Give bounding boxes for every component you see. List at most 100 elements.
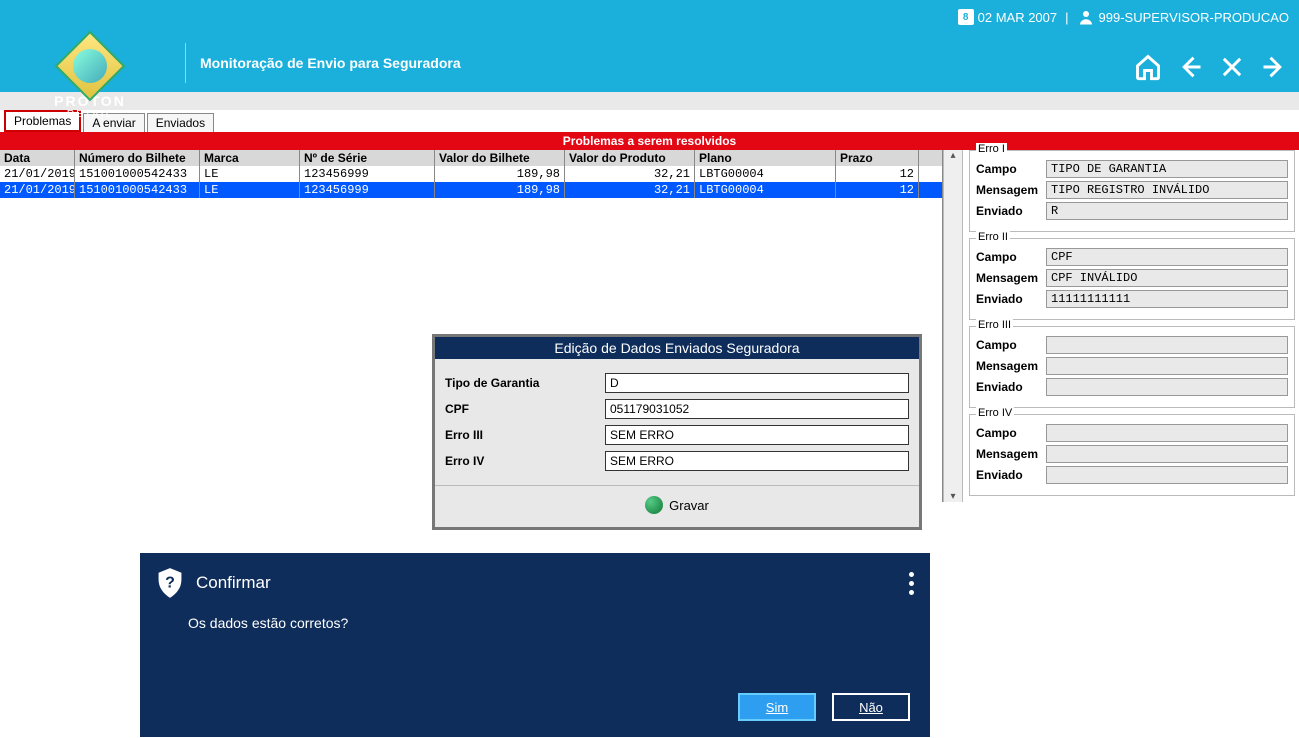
- error-side-panel: Erro ICampoTIPO DE GARANTIAMensagemTIPO …: [963, 150, 1299, 502]
- top-bar: 8 02 MAR 2007 | 999-SUPERVISOR-PRODUCAO …: [0, 0, 1299, 92]
- cell-data: 21/01/2019: [0, 166, 75, 182]
- error-mensagem-label: Mensagem: [976, 359, 1046, 373]
- menu-dots-icon[interactable]: [909, 572, 914, 595]
- table-header: Data Número do Bilhete Marca Nº de Série…: [0, 150, 942, 166]
- cell-vproduto: 32,21: [565, 166, 695, 182]
- error-legend: Erro II: [976, 231, 1010, 243]
- cell-serie: 123456999: [300, 166, 435, 182]
- error-mensagem-label: Mensagem: [976, 183, 1046, 197]
- cell-marca: LE: [200, 182, 300, 198]
- tab-bar: Problemas A enviar Enviados: [0, 110, 1299, 132]
- error-enviado-label: Enviado: [976, 292, 1046, 306]
- error-campo-value: TIPO DE GARANTIA: [1046, 160, 1288, 178]
- logo: PRÓTON RETAIL: [0, 34, 180, 126]
- error-enviado-value: R: [1046, 202, 1288, 220]
- field-tipo-input[interactable]: [605, 373, 909, 393]
- cell-vproduto: 32,21: [565, 182, 695, 198]
- error-legend: Erro IV: [976, 407, 1014, 419]
- cell-marca: LE: [200, 166, 300, 182]
- cell-plano: LBTG00004: [695, 182, 836, 198]
- field-tipo-label: Tipo de Garantia: [445, 376, 605, 390]
- logo-icon: [55, 30, 126, 101]
- error-campo-label: Campo: [976, 250, 1046, 264]
- error-mensagem-value: [1046, 445, 1288, 463]
- confirm-message: Os dados estão corretos?: [140, 605, 930, 641]
- header-user-text: 999-SUPERVISOR-PRODUCAO: [1099, 10, 1289, 25]
- error-group: Erro IIICampoMensagemEnviado: [969, 326, 1295, 408]
- error-campo-value: CPF: [1046, 248, 1288, 266]
- field-cpf-label: CPF: [445, 402, 605, 416]
- cell-vbilhete: 189,98: [435, 182, 565, 198]
- error-mensagem-value: CPF INVÁLIDO: [1046, 269, 1288, 287]
- error-campo-label: Campo: [976, 338, 1046, 352]
- cell-data: 21/01/2019: [0, 182, 75, 198]
- confirm-no-button[interactable]: Não: [832, 693, 910, 721]
- confirm-dialog: ? Confirmar Os dados estão corretos? Sim…: [140, 553, 930, 737]
- error-mensagem-label: Mensagem: [976, 447, 1046, 461]
- header-date: 8 02 MAR 2007: [958, 9, 1058, 25]
- col-prazo: Prazo: [836, 150, 919, 166]
- confirm-yes-button[interactable]: Sim: [738, 693, 816, 721]
- save-button[interactable]: Gravar: [645, 496, 709, 514]
- save-button-label: Gravar: [669, 498, 709, 513]
- error-campo-value: [1046, 336, 1288, 354]
- home-icon[interactable]: [1133, 52, 1163, 82]
- problems-banner: Problemas a serem resolvidos: [0, 132, 1299, 150]
- header-date-text: 02 MAR 2007: [978, 10, 1058, 25]
- cell-vbilhete: 189,98: [435, 166, 565, 182]
- field-cpf-input[interactable]: [605, 399, 909, 419]
- save-icon: [645, 496, 663, 514]
- subheader-strip: [0, 92, 1299, 110]
- field-erro4-label: Erro IV: [445, 454, 605, 468]
- cell-numero: 151001000542433: [75, 166, 200, 182]
- edit-modal-title: Edição de Dados Enviados Seguradora: [435, 337, 919, 359]
- field-erro3-input[interactable]: [605, 425, 909, 445]
- col-numero: Número do Bilhete: [75, 150, 200, 166]
- table-scrollbar[interactable]: ▴ ▾: [943, 150, 963, 502]
- col-valor-bilhete: Valor do Bilhete: [435, 150, 565, 166]
- error-mensagem-value: TIPO REGISTRO INVÁLIDO: [1046, 181, 1288, 199]
- error-group: Erro ICampoTIPO DE GARANTIAMensagemTIPO …: [969, 150, 1295, 232]
- scroll-down-icon[interactable]: ▾: [950, 491, 955, 502]
- col-serie: Nº de Série: [300, 150, 435, 166]
- scroll-up-icon[interactable]: ▴: [950, 150, 955, 161]
- cell-serie: 123456999: [300, 182, 435, 198]
- field-erro4-input[interactable]: [605, 451, 909, 471]
- table-row[interactable]: 21/01/2019151001000542433LE123456999189,…: [0, 166, 942, 182]
- error-campo-label: Campo: [976, 426, 1046, 440]
- cell-numero: 151001000542433: [75, 182, 200, 198]
- error-enviado-label: Enviado: [976, 204, 1046, 218]
- table-row[interactable]: 21/01/2019151001000542433LE123456999189,…: [0, 182, 942, 198]
- error-mensagem-label: Mensagem: [976, 271, 1046, 285]
- error-campo-label: Campo: [976, 162, 1046, 176]
- edit-modal: Edição de Dados Enviados Seguradora Tipo…: [432, 334, 922, 530]
- user-icon: [1077, 8, 1095, 26]
- error-enviado-value: 11111111111: [1046, 290, 1288, 308]
- back-icon[interactable]: [1175, 52, 1205, 82]
- header-user: 999-SUPERVISOR-PRODUCAO: [1077, 8, 1289, 26]
- col-plano: Plano: [695, 150, 836, 166]
- page-title: Monitoração de Envio para Seguradora: [185, 43, 461, 83]
- error-enviado-value: [1046, 466, 1288, 484]
- col-data: Data: [0, 150, 75, 166]
- forward-icon[interactable]: [1259, 52, 1289, 82]
- error-enviado-value: [1046, 378, 1288, 396]
- error-enviado-label: Enviado: [976, 380, 1046, 394]
- separator: |: [1065, 10, 1068, 25]
- error-enviado-label: Enviado: [976, 468, 1046, 482]
- error-legend: Erro III: [976, 319, 1013, 331]
- cell-prazo: 12: [836, 182, 919, 198]
- cell-prazo: 12: [836, 166, 919, 182]
- logo-subtext: RETAIL: [67, 109, 113, 120]
- confirm-title: Confirmar: [196, 573, 271, 593]
- error-group: Erro IICampoCPFMensagemCPF INVÁLIDOEnvia…: [969, 238, 1295, 320]
- calendar-icon: 8: [958, 9, 974, 25]
- cell-plano: LBTG00004: [695, 166, 836, 182]
- error-legend: Erro I: [976, 143, 1007, 155]
- error-campo-value: [1046, 424, 1288, 442]
- close-icon[interactable]: [1217, 52, 1247, 82]
- svg-text:?: ?: [165, 575, 175, 592]
- error-mensagem-value: [1046, 357, 1288, 375]
- field-erro3-label: Erro III: [445, 428, 605, 442]
- col-marca: Marca: [200, 150, 300, 166]
